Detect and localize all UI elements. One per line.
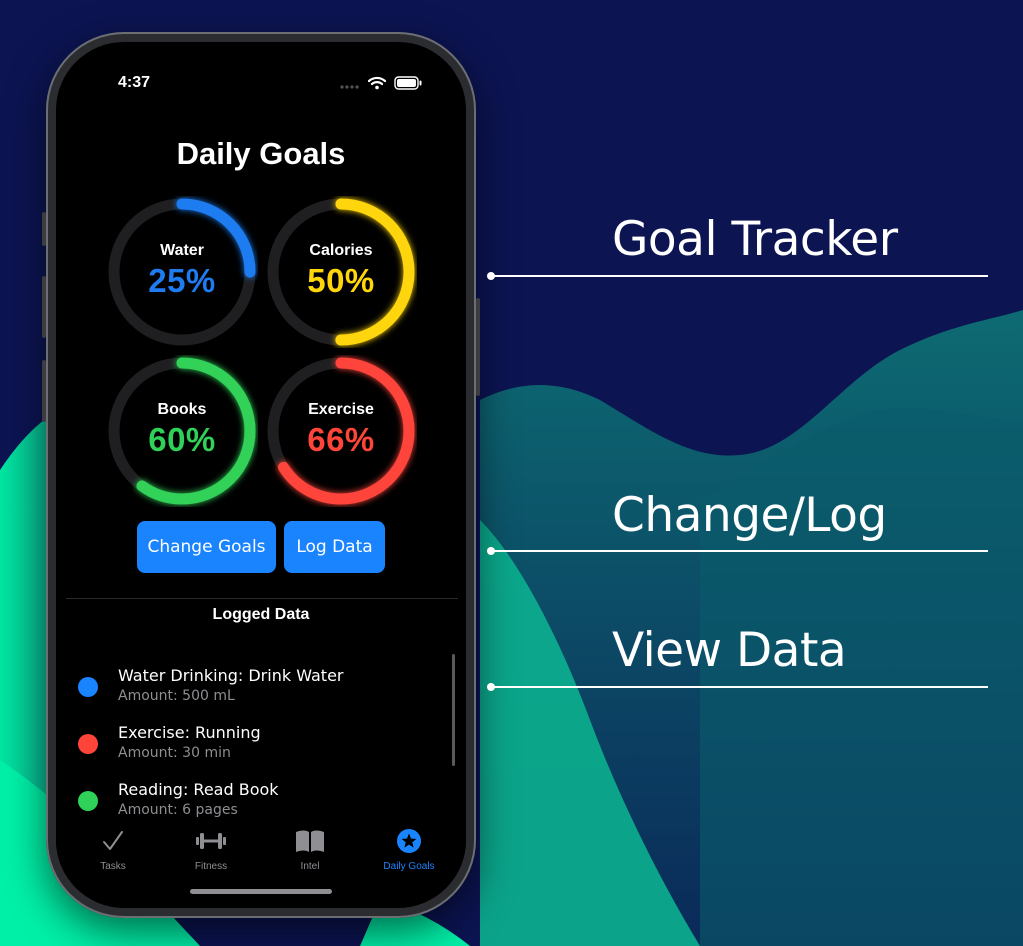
phone-frame: 4:37 Daily Goals Water 25% Calories 50% … <box>42 32 480 918</box>
goal-percent: 25% <box>148 262 216 299</box>
power-button <box>476 298 480 396</box>
tab-label: Intel <box>300 861 320 872</box>
divider <box>66 598 458 599</box>
phone-screen: 4:37 Daily Goals Water 25% Calories 50% … <box>56 42 466 908</box>
category-dot <box>78 734 98 754</box>
callout-line <box>491 550 988 552</box>
goal-ring-books[interactable]: Books 60% <box>106 355 258 507</box>
goal-label: Books <box>157 401 207 418</box>
callout-line <box>491 275 988 277</box>
home-indicator[interactable] <box>190 889 332 894</box>
goal-percent: 50% <box>307 262 375 299</box>
battery-icon <box>394 76 422 95</box>
goal-label: Water <box>160 242 204 259</box>
log-item-amount: Amount: 6 pages <box>118 802 238 818</box>
page-title: Daily Goals <box>176 136 346 171</box>
status-time: 4:37 <box>118 74 151 91</box>
volume-down-button <box>42 360 46 422</box>
category-dot <box>78 677 98 697</box>
volume-up-button <box>42 276 46 338</box>
goal-label: Exercise <box>308 401 374 418</box>
tab-bar: Tasks Fitness Intel Daily Goals <box>56 820 466 880</box>
goal-percent: 66% <box>307 421 375 458</box>
callout-goal-tracker: Goal Tracker <box>612 212 898 267</box>
change-goals-button[interactable]: Change Goals <box>137 521 276 573</box>
log-item-title: Reading: Read Book <box>118 780 279 799</box>
signal-icon <box>340 77 360 95</box>
callout-change-log: Change/Log <box>612 488 887 543</box>
log-item-title: Water Drinking: Drink Water <box>118 666 344 685</box>
wifi-icon <box>367 76 387 95</box>
log-data-button[interactable]: Log Data <box>284 521 385 573</box>
log-item-amount: Amount: 500 mL <box>118 688 235 704</box>
list-item[interactable]: Water Drinking: Drink Water Amount: 500 … <box>78 666 438 710</box>
goal-ring-calories[interactable]: Calories 50% <box>265 196 417 348</box>
checkmark-icon <box>68 826 158 856</box>
tab-tasks[interactable]: Tasks <box>68 820 158 876</box>
logged-data-title: Logged Data <box>212 606 310 623</box>
scrollbar[interactable] <box>452 654 455 766</box>
log-item-title: Exercise: Running <box>118 723 261 742</box>
action-button <box>42 212 46 246</box>
callout-line <box>491 686 988 688</box>
list-item[interactable]: Exercise: Running Amount: 30 min <box>78 723 438 767</box>
tab-intel[interactable]: Intel <box>265 820 355 876</box>
star-circle-icon <box>364 826 454 856</box>
book-icon <box>265 826 355 856</box>
log-item-amount: Amount: 30 min <box>118 745 231 761</box>
category-dot <box>78 791 98 811</box>
goal-ring-exercise[interactable]: Exercise 66% <box>265 355 417 507</box>
tab-label: Fitness <box>194 861 228 872</box>
goal-ring-water[interactable]: Water 25% <box>106 196 258 348</box>
tab-label: Tasks <box>100 861 126 872</box>
dumbbell-icon <box>166 826 256 856</box>
goal-percent: 60% <box>148 421 216 458</box>
status-icons <box>340 76 422 95</box>
callout-view-data: View Data <box>612 623 847 678</box>
goal-label: Calories <box>309 242 373 259</box>
tab-daily-goals[interactable]: Daily Goals <box>364 820 454 876</box>
tab-label: Daily Goals <box>383 861 435 872</box>
list-item[interactable]: Reading: Read Book Amount: 6 pages <box>78 780 438 824</box>
tab-fitness[interactable]: Fitness <box>166 820 256 876</box>
